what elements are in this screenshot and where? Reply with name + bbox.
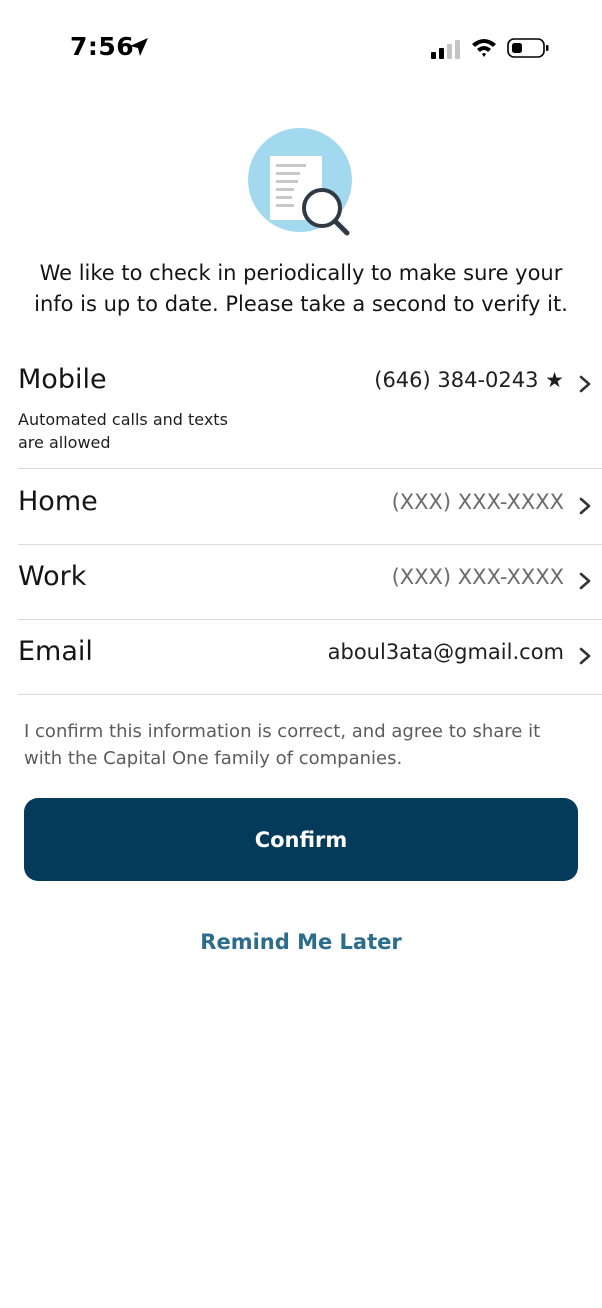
- chevron-right-icon: [579, 572, 591, 590]
- document-search-icon: [248, 128, 352, 236]
- contact-row-work[interactable]: Work (XXX) XXX-XXXX: [18, 545, 602, 620]
- consent-text: I confirm this information is correct, a…: [24, 721, 541, 769]
- row-value: aboul3ata@gmail.com: [327, 640, 564, 664]
- status-time: 7:56: [70, 32, 135, 61]
- row-value: (XXX) XXX-XXXX: [391, 490, 564, 514]
- cellular-signal-icon: [431, 40, 460, 59]
- intro-text: We like to check in periodically to make…: [34, 261, 568, 316]
- location-arrow-icon: [130, 38, 148, 56]
- contact-row-email[interactable]: Email aboul3ata@gmail.com: [18, 620, 602, 695]
- chevron-right-icon: [579, 375, 591, 393]
- status-bar: 7:56: [0, 0, 602, 96]
- confirm-button[interactable]: Confirm: [24, 798, 578, 881]
- row-label: Home: [18, 486, 98, 517]
- battery-low-icon: [507, 38, 549, 58]
- chevron-right-icon: [579, 647, 591, 665]
- chevron-right-icon: [579, 497, 591, 515]
- contact-row-mobile[interactable]: Mobile Automated calls and texts are all…: [18, 360, 602, 469]
- row-label: Email: [18, 636, 93, 667]
- row-label: Work: [18, 561, 87, 592]
- row-value: (646) 384-0243 ★: [374, 368, 564, 392]
- row-subtext: Automated calls and texts are allowed: [18, 410, 228, 452]
- remind-me-later-link[interactable]: Remind Me Later: [0, 930, 602, 954]
- contact-row-home[interactable]: Home (XXX) XXX-XXXX: [18, 469, 602, 545]
- wifi-icon: [472, 39, 496, 57]
- row-label: Mobile: [18, 364, 107, 395]
- row-value: (XXX) XXX-XXXX: [391, 565, 564, 589]
